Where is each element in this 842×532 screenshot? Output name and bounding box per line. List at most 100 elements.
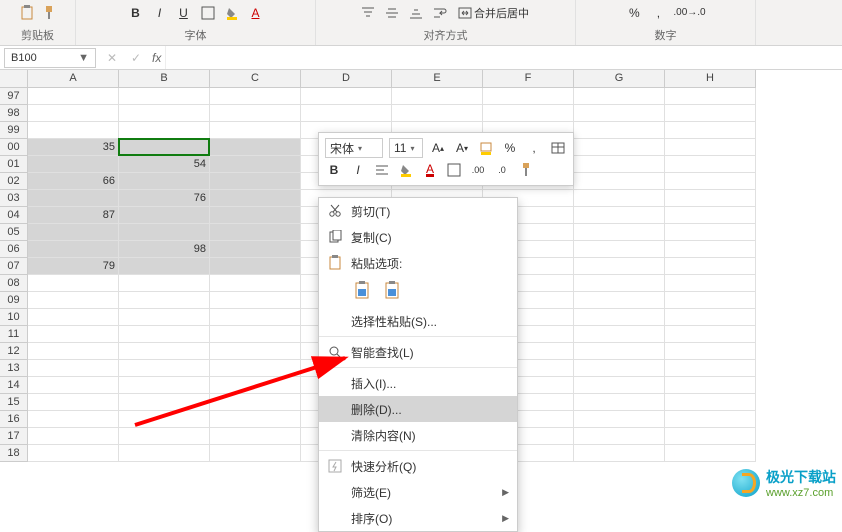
cell[interactable] xyxy=(574,224,665,241)
menu-item[interactable]: 清除内容(N) xyxy=(319,422,517,448)
cell[interactable] xyxy=(483,88,574,105)
mini-size-select[interactable]: 11▾ xyxy=(389,138,423,158)
cell[interactable] xyxy=(301,105,392,122)
underline-button[interactable]: U xyxy=(175,4,193,22)
cell[interactable] xyxy=(28,156,119,173)
border-button[interactable] xyxy=(199,4,217,22)
cell[interactable] xyxy=(574,360,665,377)
cell[interactable] xyxy=(28,275,119,292)
cell[interactable] xyxy=(665,190,756,207)
cell[interactable] xyxy=(28,377,119,394)
cell[interactable] xyxy=(210,326,301,343)
cell[interactable] xyxy=(574,156,665,173)
cell[interactable] xyxy=(119,88,210,105)
cell[interactable] xyxy=(210,122,301,139)
row-header[interactable]: 01 xyxy=(0,156,28,173)
menu-item[interactable]: 筛选(E)▶ xyxy=(319,479,517,505)
row-header[interactable]: 17 xyxy=(0,428,28,445)
cell[interactable]: 98 xyxy=(119,241,210,258)
cell[interactable] xyxy=(665,241,756,258)
cell[interactable] xyxy=(574,394,665,411)
cell[interactable] xyxy=(665,411,756,428)
cell[interactable] xyxy=(119,394,210,411)
mini-table-button[interactable] xyxy=(549,139,567,157)
cell[interactable] xyxy=(574,207,665,224)
mini-format-painter-button[interactable] xyxy=(517,161,535,179)
cell[interactable] xyxy=(210,207,301,224)
cell[interactable] xyxy=(119,258,210,275)
cell[interactable]: 35 xyxy=(28,139,119,156)
cell[interactable] xyxy=(574,173,665,190)
cell[interactable] xyxy=(665,156,756,173)
row-header[interactable]: 09 xyxy=(0,292,28,309)
row-header[interactable]: 16 xyxy=(0,411,28,428)
cell[interactable]: 87 xyxy=(28,207,119,224)
cell[interactable] xyxy=(574,411,665,428)
cell[interactable] xyxy=(210,258,301,275)
mini-inc-decimal-button[interactable]: .00 xyxy=(469,161,487,179)
cell[interactable] xyxy=(119,377,210,394)
align-top-button[interactable] xyxy=(359,4,377,22)
cell[interactable] xyxy=(210,343,301,360)
cell[interactable] xyxy=(119,275,210,292)
cell[interactable] xyxy=(210,309,301,326)
cell[interactable] xyxy=(119,105,210,122)
row-header[interactable]: 97 xyxy=(0,88,28,105)
column-header[interactable]: G xyxy=(574,70,665,88)
mini-font-select[interactable]: 宋体▾ xyxy=(325,138,383,158)
cell[interactable] xyxy=(574,190,665,207)
menu-item[interactable]: 排序(O)▶ xyxy=(319,505,517,531)
mini-fill-button[interactable] xyxy=(397,161,415,179)
cell[interactable]: 66 xyxy=(28,173,119,190)
wrap-text-button[interactable] xyxy=(431,4,449,22)
menu-item[interactable]: 复制(C) xyxy=(319,224,517,250)
cell[interactable] xyxy=(665,139,756,156)
cell[interactable] xyxy=(665,394,756,411)
cell[interactable] xyxy=(210,173,301,190)
cell[interactable] xyxy=(210,190,301,207)
cell[interactable] xyxy=(665,105,756,122)
italic-button[interactable]: I xyxy=(151,4,169,22)
cell[interactable] xyxy=(119,428,210,445)
cell[interactable] xyxy=(574,377,665,394)
cell[interactable] xyxy=(665,343,756,360)
accept-formula-button[interactable]: ✓ xyxy=(124,51,148,65)
row-header[interactable]: 18 xyxy=(0,445,28,462)
cell[interactable] xyxy=(210,224,301,241)
cell[interactable] xyxy=(119,207,210,224)
fill-color-button[interactable] xyxy=(223,4,241,22)
decrease-font-icon[interactable]: A▾ xyxy=(453,139,471,157)
cell[interactable] xyxy=(28,88,119,105)
cell[interactable] xyxy=(665,122,756,139)
formula-input[interactable] xyxy=(165,46,842,69)
bold-button[interactable]: B xyxy=(127,4,145,22)
increase-decimal-button[interactable]: .00→.0 xyxy=(673,4,705,22)
cell[interactable] xyxy=(392,105,483,122)
cell[interactable] xyxy=(119,445,210,462)
cell[interactable] xyxy=(210,428,301,445)
name-box[interactable]: B100 ▼ xyxy=(4,48,96,68)
cell[interactable] xyxy=(483,105,574,122)
cell[interactable] xyxy=(119,292,210,309)
cell[interactable] xyxy=(210,445,301,462)
cell[interactable] xyxy=(392,88,483,105)
mini-percent-button[interactable]: % xyxy=(501,139,519,157)
cell[interactable] xyxy=(574,292,665,309)
cell[interactable] xyxy=(665,360,756,377)
column-header[interactable]: E xyxy=(392,70,483,88)
cell[interactable] xyxy=(119,224,210,241)
cell[interactable] xyxy=(210,105,301,122)
row-header[interactable]: 02 xyxy=(0,173,28,190)
paste-icon[interactable] xyxy=(19,5,35,21)
cell[interactable] xyxy=(574,428,665,445)
cell[interactable] xyxy=(28,394,119,411)
cell[interactable] xyxy=(210,394,301,411)
cell[interactable] xyxy=(119,139,210,156)
cell[interactable] xyxy=(574,326,665,343)
cell[interactable] xyxy=(119,326,210,343)
mini-border-button[interactable] xyxy=(445,161,463,179)
cell[interactable] xyxy=(28,241,119,258)
cell[interactable] xyxy=(665,224,756,241)
cell[interactable] xyxy=(574,275,665,292)
comma-button[interactable]: , xyxy=(649,4,667,22)
